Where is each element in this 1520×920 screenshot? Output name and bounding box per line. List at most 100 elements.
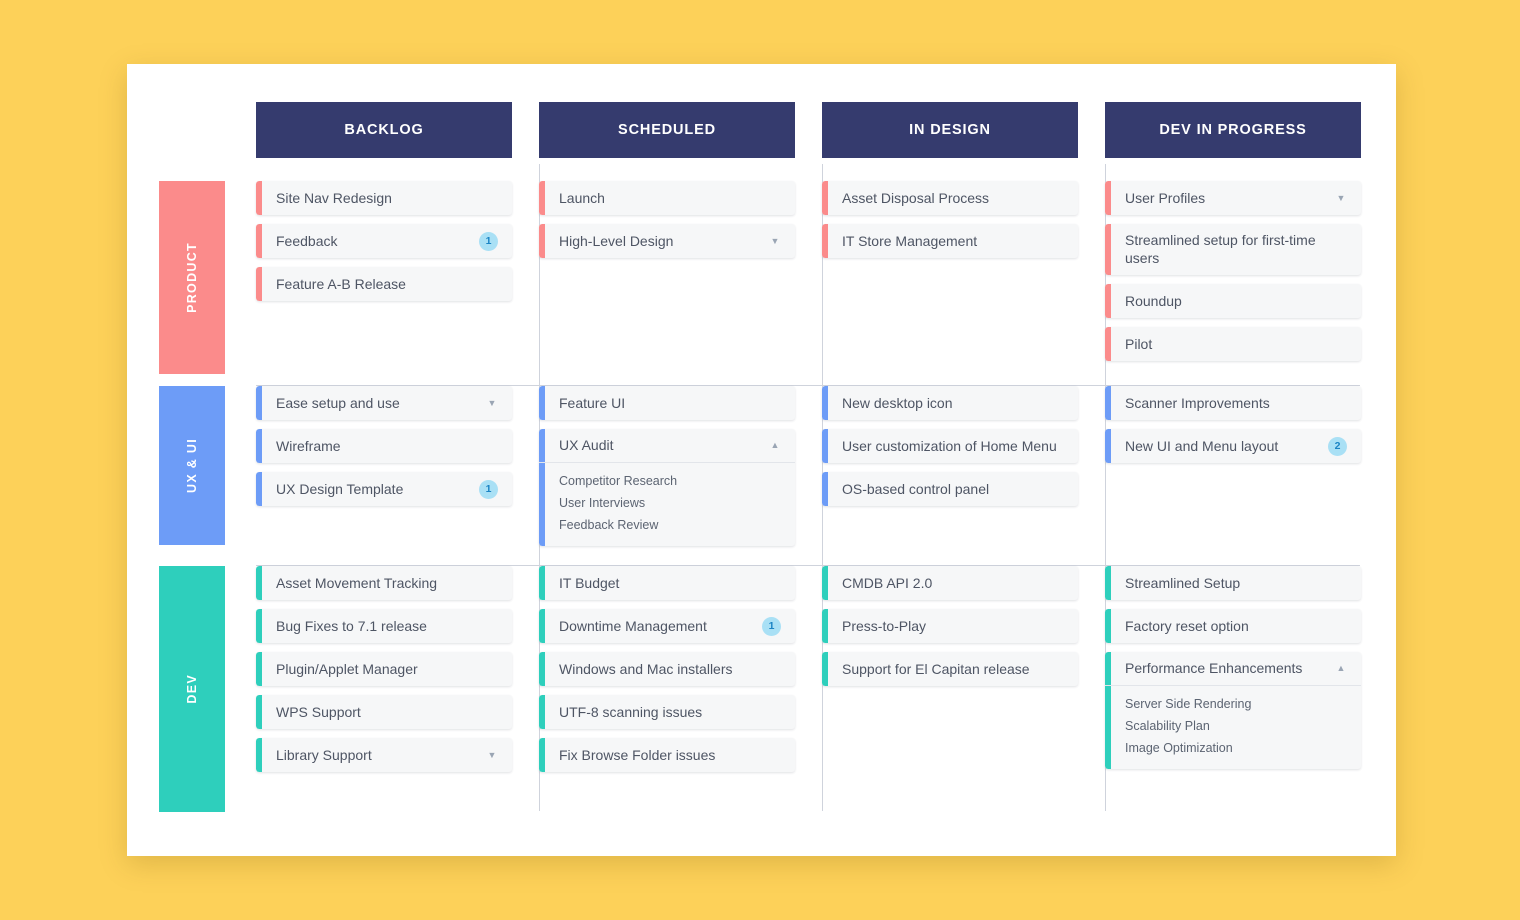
card[interactable]: Bug Fixes to 7.1 release	[256, 609, 512, 643]
card[interactable]: Plugin/Applet Manager	[256, 652, 512, 686]
card-header: Plugin/Applet Manager	[256, 652, 512, 686]
card[interactable]: New desktop icon	[822, 386, 1078, 420]
card[interactable]: User customization of Home Menu	[822, 429, 1078, 463]
card-subitem-list: Server Side Rendering Scalability Plan I…	[1105, 686, 1361, 769]
card[interactable]: Feature A-B Release	[256, 267, 512, 301]
card-count-badge: 1	[479, 479, 498, 499]
lane-cell-product-backlog: Site Nav Redesign Feedback 1 Feature A-B…	[256, 181, 539, 386]
card[interactable]: Asset Movement Tracking	[256, 566, 512, 600]
card-subitem[interactable]: Competitor Research	[559, 470, 781, 492]
card[interactable]: Fix Browse Folder issues	[539, 738, 795, 772]
card-list: Asset Disposal Process IT Store Manageme…	[822, 181, 1078, 267]
swimlane-ux-ui: UX & UI Ease setup and use ▼ Wireframe U…	[127, 369, 1396, 566]
card[interactable]: Streamlined Setup	[1105, 566, 1361, 600]
card-header: Pilot	[1105, 327, 1361, 361]
chevron-up-icon[interactable]: ▲	[769, 440, 781, 452]
card-list: User Profiles ▼ Streamlined setup for fi…	[1105, 181, 1361, 370]
lane-cell-dev-scheduled: IT Budget Downtime Management 1 Windows …	[539, 549, 822, 829]
card-title: Feedback	[276, 232, 338, 249]
card-subitem[interactable]: User Interviews	[559, 492, 781, 514]
kanban-board: BACKLOG SCHEDULED IN DESIGN DEV IN PROGR…	[127, 64, 1396, 856]
card-subitem[interactable]: Image Optimization	[1125, 737, 1347, 759]
card[interactable]: IT Store Management	[822, 224, 1078, 258]
swimlane-dev: DEV Asset Movement Tracking Bug Fixes to…	[127, 549, 1396, 829]
card-title: New desktop icon	[842, 394, 953, 411]
card[interactable]: Downtime Management 1	[539, 609, 795, 643]
card-count-badge: 1	[479, 231, 498, 251]
card[interactable]: Asset Disposal Process	[822, 181, 1078, 215]
card[interactable]: UX Design Template 1	[256, 472, 512, 506]
card-title: Windows and Mac installers	[559, 660, 733, 677]
card[interactable]: Support for El Capitan release	[822, 652, 1078, 686]
card[interactable]: High-Level Design ▼	[539, 224, 795, 258]
card[interactable]: CMDB API 2.0	[822, 566, 1078, 600]
chevron-down-icon[interactable]: ▼	[486, 397, 498, 409]
card-header: Ease setup and use ▼	[256, 386, 512, 420]
card-subitem-list: Competitor Research User Interviews Feed…	[539, 463, 795, 546]
card-header: Feedback 1	[256, 224, 512, 258]
card[interactable]: IT Budget	[539, 566, 795, 600]
card-header: IT Budget	[539, 566, 795, 600]
lane-cell-product-in-design: Asset Disposal Process IT Store Manageme…	[822, 164, 1105, 386]
card[interactable]: OS-based control panel	[822, 472, 1078, 506]
chevron-down-icon[interactable]: ▼	[486, 749, 498, 761]
column-header-in-design[interactable]: IN DESIGN	[822, 102, 1078, 158]
swimlane-label-dev[interactable]: DEV	[159, 566, 225, 812]
card-title: New UI and Menu layout	[1125, 437, 1279, 454]
card[interactable]: Wireframe	[256, 429, 512, 463]
card-header: Asset Disposal Process	[822, 181, 1078, 215]
card-title: Pilot	[1125, 335, 1153, 352]
card-title: Support for El Capitan release	[842, 660, 1030, 677]
card-header: Scanner Improvements	[1105, 386, 1361, 420]
card-header: Library Support ▼	[256, 738, 512, 772]
card[interactable]: Press-to-Play	[822, 609, 1078, 643]
card-header: Windows and Mac installers	[539, 652, 795, 686]
card-title: High-Level Design	[559, 232, 674, 249]
lane-cell-ux-in-design: New desktop icon User customization of H…	[822, 369, 1105, 566]
card-header: OS-based control panel	[822, 472, 1078, 506]
card-subitem[interactable]: Scalability Plan	[1125, 715, 1347, 737]
swimlane-label-ux-ui[interactable]: UX & UI	[159, 386, 225, 545]
card[interactable]: New UI and Menu layout 2	[1105, 429, 1361, 463]
card-expanded[interactable]: UX Audit ▲ Competitor Research User Inte…	[539, 429, 795, 547]
card-title: User Profiles	[1125, 189, 1206, 206]
chevron-up-icon[interactable]: ▲	[1335, 663, 1347, 675]
card[interactable]: Launch	[539, 181, 795, 215]
card[interactable]: Streamlined setup for first-time users	[1105, 224, 1361, 275]
card[interactable]: Factory reset option	[1105, 609, 1361, 643]
card-title: CMDB API 2.0	[842, 574, 933, 591]
card-header: Feature A-B Release	[256, 267, 512, 301]
card[interactable]: Scanner Improvements	[1105, 386, 1361, 420]
card[interactable]: Windows and Mac installers	[539, 652, 795, 686]
card-header: Asset Movement Tracking	[256, 566, 512, 600]
card[interactable]: Feedback 1	[256, 224, 512, 258]
card[interactable]: WPS Support	[256, 695, 512, 729]
card-title: Roundup	[1125, 292, 1182, 309]
card-title: UX Design Template	[276, 480, 404, 497]
card-list: IT Budget Downtime Management 1 Windows …	[539, 566, 795, 781]
column-header-backlog[interactable]: BACKLOG	[256, 102, 512, 158]
column-header-dev-in-progress[interactable]: DEV IN PROGRESS	[1105, 102, 1361, 158]
swimlane-label-dev-text: DEV	[185, 674, 199, 704]
card[interactable]: Ease setup and use ▼	[256, 386, 512, 420]
card-title: Performance Enhancements	[1125, 660, 1303, 677]
card[interactable]: Feature UI	[539, 386, 795, 420]
card-title: Ease setup and use	[276, 394, 400, 411]
card[interactable]: UTF-8 scanning issues	[539, 695, 795, 729]
card-list: CMDB API 2.0 Press-to-Play Support for E…	[822, 566, 1078, 695]
swimlane-label-product[interactable]: PRODUCT	[159, 181, 225, 374]
card-expanded[interactable]: Performance Enhancements ▲ Server Side R…	[1105, 652, 1361, 770]
card[interactable]: User Profiles ▼	[1105, 181, 1361, 215]
chevron-down-icon[interactable]: ▼	[769, 235, 781, 247]
card-subitem[interactable]: Server Side Rendering	[1125, 693, 1347, 715]
card[interactable]: Library Support ▼	[256, 738, 512, 772]
card[interactable]: Roundup	[1105, 283, 1361, 318]
column-header-scheduled[interactable]: SCHEDULED	[539, 102, 795, 158]
card-header: IT Store Management	[822, 224, 1078, 258]
card-title: Feature UI	[559, 394, 626, 411]
swimlane-product: PRODUCT Site Nav Redesign Feedback 1 Fea…	[127, 164, 1396, 386]
chevron-down-icon[interactable]: ▼	[1335, 192, 1347, 204]
card-subitem[interactable]: Feedback Review	[559, 514, 781, 536]
card[interactable]: Pilot	[1105, 326, 1361, 361]
card[interactable]: Site Nav Redesign	[256, 181, 512, 215]
